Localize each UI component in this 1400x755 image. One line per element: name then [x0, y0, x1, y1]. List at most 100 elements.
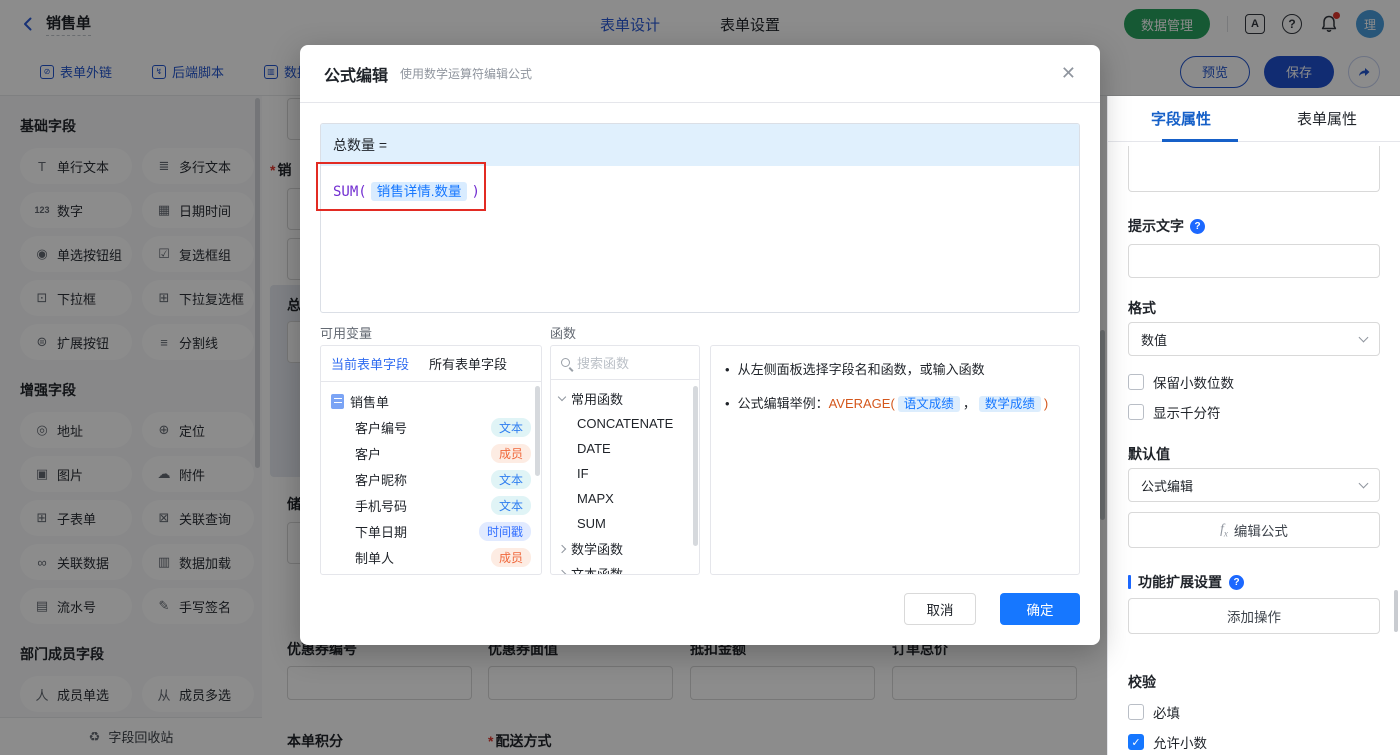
tab-form-properties[interactable]: 表单属性 [1254, 96, 1400, 141]
fx-icon: fx [1220, 521, 1228, 539]
variable-item-phone[interactable]: 手机号码 文本 [321, 492, 541, 518]
search-placeholder: 搜索函数 [577, 353, 629, 372]
formula-editor-box[interactable]: 总数量 = SUM(销售详情.数量) [320, 123, 1080, 313]
search-icon [561, 358, 570, 367]
tab-field-properties[interactable]: 字段属性 [1108, 96, 1254, 141]
cancel-button[interactable]: 取消 [904, 593, 976, 625]
variable-item-customer[interactable]: 客户 成员 [321, 440, 541, 466]
functions-label: 函数 [550, 323, 576, 342]
variable-item-customer-nickname[interactable]: 客户昵称 文本 [321, 466, 541, 492]
checkbox-thousand-separator[interactable]: ✓ 显示千分符 [1128, 402, 1221, 422]
tab-all-form-fields[interactable]: 所有表单字段 [419, 354, 517, 373]
function-name: MAPX [577, 491, 614, 506]
question-icon[interactable]: ? [1190, 219, 1205, 234]
functions-panel: 搜索函数 常用函数 CONCATENATE DATE IF MAPX SUM 数… [550, 345, 700, 575]
close-icon[interactable]: ✕ [1061, 64, 1076, 82]
caret-right-icon [558, 544, 566, 552]
variable-item-order-maker[interactable]: 制单人 成员 [321, 544, 541, 570]
question-icon[interactable]: ? [1229, 575, 1244, 590]
chevron-down-icon [1359, 478, 1369, 488]
type-badge: 文本 [491, 496, 531, 515]
help-line-2: • 公式编辑举例：AVERAGE(语文成绩，数学成绩) [725, 394, 1079, 414]
type-badge: 文本 [491, 418, 531, 437]
example-field-pill: 数学成绩 [979, 396, 1041, 412]
function-group-text[interactable]: 文本函数 [551, 561, 699, 575]
default-value-select[interactable]: 公式编辑 [1128, 468, 1380, 502]
default-value-label: 默认值 [1128, 444, 1170, 464]
properties-tabs: 字段属性 表单属性 [1108, 96, 1400, 142]
function-item-date[interactable]: DATE [551, 436, 699, 461]
hint-text-label: 提示文字 ? [1128, 216, 1205, 236]
checkbox-icon: ✓ [1128, 374, 1144, 390]
checkbox-label: 显示千分符 [1153, 402, 1221, 422]
function-name: DATE [577, 441, 611, 456]
default-select-value: 公式编辑 [1141, 476, 1193, 495]
format-select-value: 数值 [1141, 330, 1167, 349]
example-function-open: AVERAGE( [829, 396, 895, 411]
caret-right-icon [558, 569, 566, 575]
variables-panel: 当前表单字段 所有表单字段 销售单 客户编号 文本 客户 成员 客户昵称 文本 … [320, 345, 542, 575]
add-action-button[interactable]: 添加操作 [1128, 598, 1380, 634]
formula-target-label: 总数量 = [333, 135, 387, 155]
bullet-icon: • [725, 394, 730, 414]
type-badge: 成员 [491, 548, 531, 567]
variable-name: 制单人 [355, 548, 394, 567]
modal-footer: 取消 确定 [904, 593, 1080, 625]
group-label: 数学函数 [571, 539, 623, 558]
extension-settings-header: 功能扩展设置 ? [1128, 572, 1244, 592]
checkbox-icon: ✓ [1128, 734, 1144, 750]
label-text: 校验 [1128, 672, 1156, 692]
variable-name: 客户 [355, 444, 381, 463]
variables-scrollbar[interactable] [535, 386, 540, 476]
modal-subtitle: 使用数学运算符编辑公式 [400, 65, 532, 82]
function-item-concatenate[interactable]: CONCATENATE [551, 411, 699, 436]
confirm-button[interactable]: 确定 [1000, 593, 1080, 625]
formula-target-row: 总数量 = [321, 124, 1079, 166]
function-item-mapx[interactable]: MAPX [551, 486, 699, 511]
section-title: 功能扩展设置 [1138, 572, 1222, 592]
formula-editor-modal: 公式编辑 使用数学运算符编辑公式 ✕ 总数量 = SUM(销售详情.数量) 可用… [300, 45, 1100, 645]
functions-scrollbar[interactable] [693, 386, 698, 546]
label-text: 提示文字 [1128, 216, 1184, 236]
format-select[interactable]: 数值 [1128, 322, 1380, 356]
function-group-common[interactable]: 常用函数 [551, 386, 699, 411]
variable-item-customer-no[interactable]: 客户编号 文本 [321, 414, 541, 440]
function-item-sum[interactable]: SUM [551, 511, 699, 536]
formula-help-panel: • 从左侧面板选择字段名和函数，或输入函数 • 公式编辑举例：AVERAGE(语… [710, 345, 1080, 575]
checkbox-label: 必填 [1153, 702, 1180, 722]
checkbox-required[interactable]: ✓ 必填 [1128, 702, 1180, 722]
annotation-red-box [316, 162, 486, 211]
variable-tree-root[interactable]: 销售单 [321, 388, 541, 414]
panel-scrollbar[interactable] [1394, 590, 1398, 632]
help-line-1: • 从左侧面板选择字段名和函数，或输入函数 [725, 360, 1079, 380]
variable-item-order-date[interactable]: 下单日期 时间戳 [321, 518, 541, 544]
checkbox-allow-decimal[interactable]: ✓ 允许小数 [1128, 732, 1207, 752]
properties-panel: 字段属性 表单属性 提示文字 ? 格式 数值 ✓ 保留小数位数 ✓ 显示千分符 … [1107, 96, 1400, 755]
function-group-math[interactable]: 数学函数 [551, 536, 699, 561]
checkbox-icon: ✓ [1128, 704, 1144, 720]
chevron-down-icon [1359, 332, 1369, 342]
example-prefix: 公式编辑举例： [738, 396, 829, 411]
function-search[interactable]: 搜索函数 [551, 346, 699, 380]
checkbox-label: 允许小数 [1153, 732, 1207, 752]
modal-header: 公式编辑 使用数学运算符编辑公式 ✕ [300, 45, 1100, 103]
app-screen: 销售单 表单设计 表单设置 数据管理 A ? 理 ⊘ 表单外链 ↯ 后端脚本 ▥ [0, 0, 1400, 755]
example-comma: ， [963, 396, 976, 411]
hint-text-input[interactable] [1128, 244, 1380, 278]
checkbox-keep-decimals[interactable]: ✓ 保留小数位数 [1128, 372, 1234, 392]
caret-down-icon [558, 393, 566, 401]
button-label: 添加操作 [1227, 606, 1281, 626]
function-item-if[interactable]: IF [551, 461, 699, 486]
bullet-icon: • [725, 360, 730, 380]
checkbox-label: 保留小数位数 [1153, 372, 1234, 392]
example-function-close: ) [1044, 396, 1048, 411]
button-label: 编辑公式 [1234, 520, 1288, 540]
active-tab-underline [1162, 139, 1238, 142]
type-badge: 成员 [491, 444, 531, 463]
edit-formula-button[interactable]: fx 编辑公式 [1128, 512, 1380, 548]
partial-input-box[interactable] [1128, 146, 1380, 192]
validation-label: 校验 [1128, 672, 1156, 692]
function-name: CONCATENATE [577, 416, 673, 431]
help-example: 公式编辑举例：AVERAGE(语文成绩，数学成绩) [738, 394, 1049, 414]
tab-current-form-fields[interactable]: 当前表单字段 [321, 354, 419, 373]
